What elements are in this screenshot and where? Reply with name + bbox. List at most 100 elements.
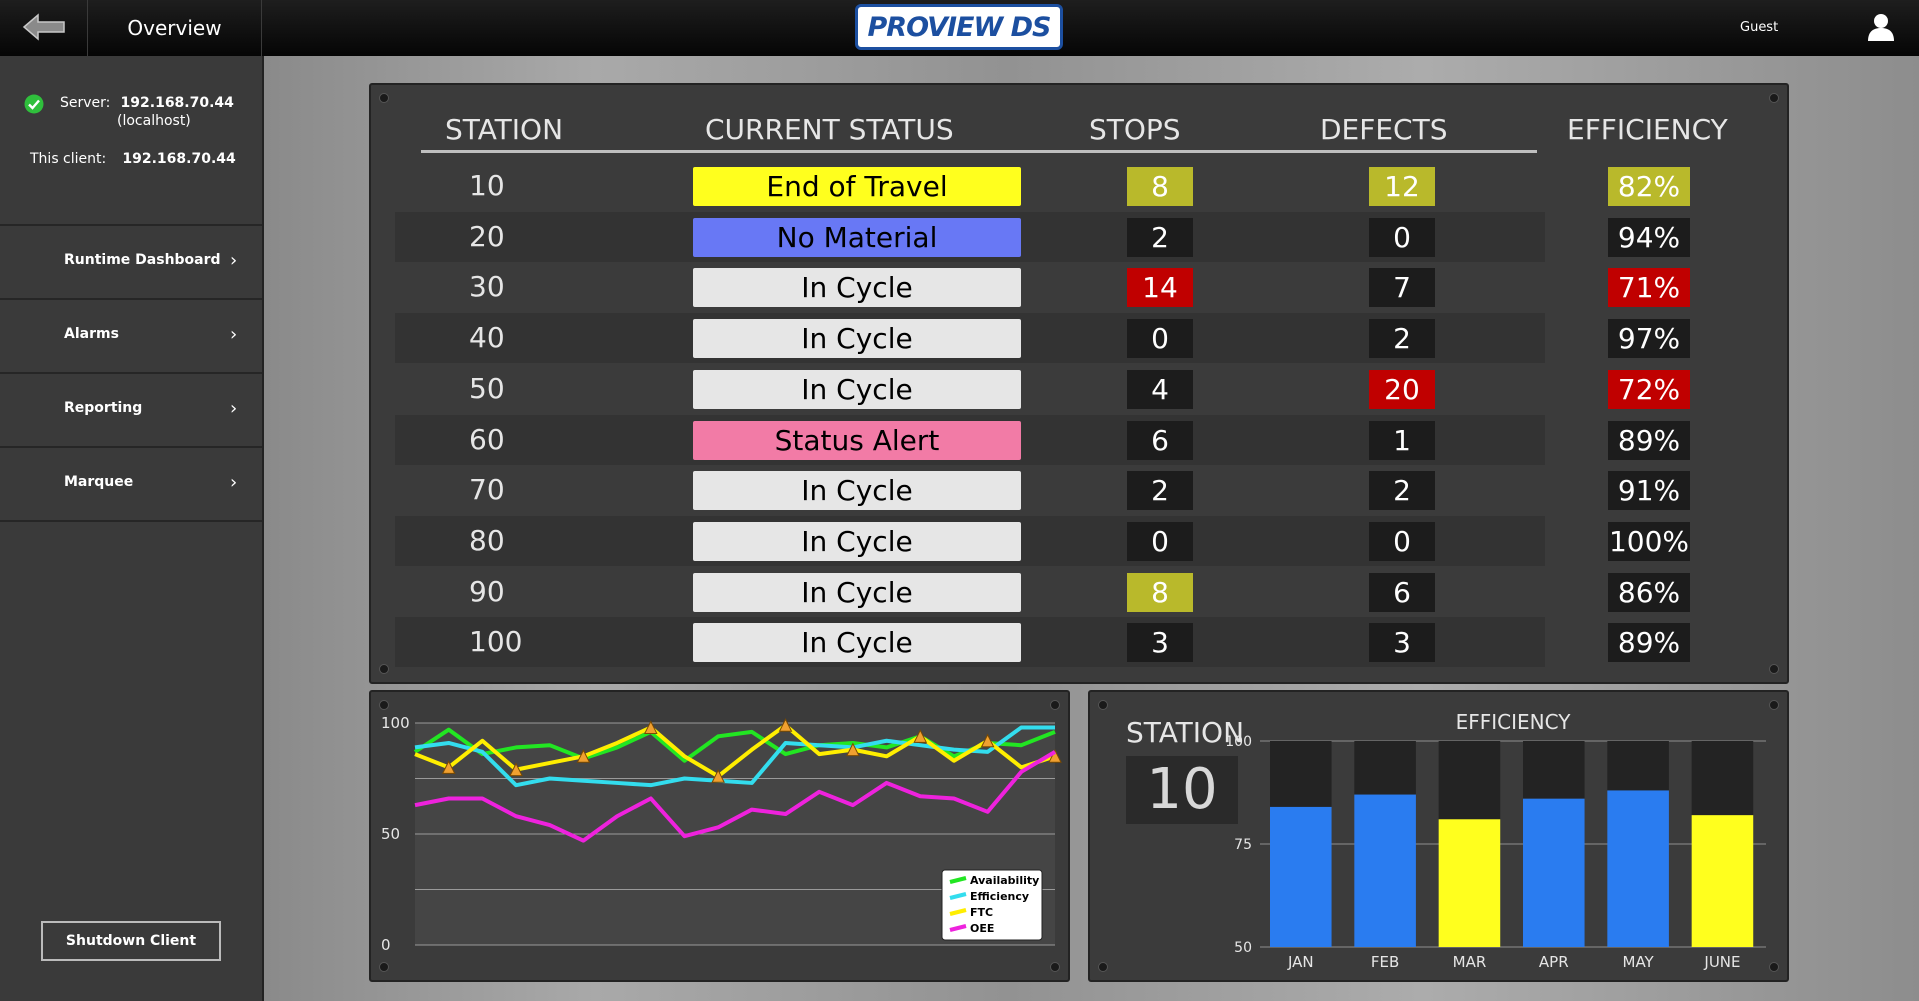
table-row[interactable]: 30 In Cycle 14 7 71%: [395, 262, 1690, 312]
legend-label: OEE: [970, 922, 994, 935]
bar-background: [1607, 741, 1669, 791]
sidebar-item-alarms[interactable]: Alarms ›: [0, 300, 262, 374]
efficiency-cell: 97%: [1608, 319, 1690, 359]
stops-cell: 6: [1127, 420, 1193, 460]
bar-may: [1607, 790, 1669, 947]
table-row[interactable]: 60 Status Alert 6 1 89%: [395, 414, 1690, 465]
stops-cell: 0: [1127, 521, 1193, 561]
chevron-right-icon: ›: [230, 398, 238, 419]
station-label: STATION: [1126, 716, 1245, 749]
x-tick-label: FEB: [1371, 953, 1399, 971]
bar-june: [1691, 815, 1754, 947]
sidebar-item-label: Runtime Dashboard: [64, 252, 221, 268]
station-efficiency-panel: STATION 10 EFFICIENCY 100 75 50 JAN FEB MAR APR…: [1088, 690, 1789, 982]
sidebar-item-runtime-dashboard[interactable]: Runtime Dashboard ›: [0, 226, 262, 300]
station-number: 10: [1126, 756, 1238, 824]
stops-cell: 14: [1127, 268, 1193, 308]
back-button[interactable]: [0, 0, 88, 56]
chevron-right-icon: ›: [230, 250, 238, 271]
station-number-cell: 100: [469, 625, 523, 659]
efficiency-cell: 94%: [1608, 217, 1690, 257]
chevron-right-icon: ›: [230, 324, 238, 345]
sidebar-item-reporting[interactable]: Reporting ›: [0, 374, 262, 448]
column-header-defects: DEFECTS: [1320, 113, 1448, 146]
bar-chart-title: EFFICIENCY: [1456, 710, 1572, 734]
header-divider: [421, 150, 1537, 153]
user-icon[interactable]: [1866, 12, 1896, 42]
check-circle-icon: [24, 94, 44, 114]
column-header-stops: STOPS: [1089, 113, 1181, 146]
proview-logo: PROVIEW DS: [855, 4, 1063, 50]
client-label: This client:: [30, 151, 107, 167]
server-row: Server: 192.168.70.44: [60, 95, 234, 111]
station-number-cell: 30: [469, 270, 505, 304]
status-badge: In Cycle: [693, 319, 1021, 359]
bar-jan: [1270, 806, 1332, 947]
defects-cell: 7: [1369, 268, 1435, 308]
trend-line-chart: 100 50 0 Availability Efficiency FTC OEE: [381, 714, 1062, 954]
efficiency-cell: 72%: [1608, 369, 1690, 409]
bar-background: [1691, 741, 1754, 816]
top-bar: Overview PROVIEW DS Guest: [0, 0, 1919, 56]
bar-feb: [1354, 794, 1416, 947]
status-badge: In Cycle: [693, 471, 1021, 511]
chart-legend: Availability Efficiency FTC OEE: [941, 869, 1043, 941]
stops-cell: 3: [1127, 623, 1193, 663]
y-tick-label: 100: [381, 714, 410, 732]
efficiency-cell: 89%: [1608, 420, 1690, 460]
column-header-status: CURRENT STATUS: [705, 113, 954, 146]
table-row[interactable]: 40 In Cycle 0 2 97%: [395, 313, 1690, 364]
stops-cell: 2: [1127, 471, 1193, 511]
x-tick-label: JUNE: [1703, 953, 1740, 971]
legend-label: FTC: [970, 906, 993, 919]
table-row[interactable]: 100 In Cycle 3 3 89%: [395, 617, 1690, 668]
efficiency-cell: 82%: [1608, 167, 1690, 206]
station-number-cell: 50: [469, 371, 505, 405]
sidebar-item-label: Reporting: [64, 400, 143, 416]
page-title: Overview: [88, 0, 262, 56]
column-header-efficiency: EFFICIENCY: [1567, 113, 1728, 146]
y-tick-label: 0: [381, 936, 391, 954]
sidebar-item-marquee[interactable]: Marquee ›: [0, 448, 262, 522]
bar-apr: [1523, 798, 1585, 947]
column-header-station: STATION: [445, 113, 564, 146]
client-row: This client: 192.168.70.44: [30, 151, 236, 167]
status-badge: End of Travel: [693, 167, 1021, 206]
stops-cell: 4: [1127, 369, 1193, 409]
y-tick-label: 50: [1234, 940, 1252, 956]
server-label: Server:: [60, 95, 111, 111]
x-tick-label: MAR: [1453, 953, 1487, 971]
table-row[interactable]: 10 End of Travel 8 12 82%: [395, 161, 1690, 211]
efficiency-cell: 100%: [1608, 521, 1690, 561]
back-arrow-icon: [22, 13, 65, 41]
bar-background: [1438, 741, 1501, 820]
logo-text: PROVIEW DS: [867, 11, 1052, 43]
table-row[interactable]: 80 In Cycle 0 0 100%: [395, 515, 1690, 566]
station-number-cell: 80: [469, 523, 505, 557]
x-tick-label: APR: [1539, 953, 1569, 971]
chevron-right-icon: ›: [230, 472, 238, 493]
legend-label: Efficiency: [970, 890, 1029, 903]
bar-background: [1523, 741, 1585, 799]
stops-cell: 8: [1127, 167, 1193, 206]
sidebar-item-label: Marquee: [64, 474, 134, 490]
status-badge: In Cycle: [693, 369, 1021, 409]
efficiency-cell: 91%: [1608, 471, 1690, 511]
efficiency-cell: 89%: [1608, 623, 1690, 663]
shutdown-client-button[interactable]: Shutdown Client: [41, 921, 221, 961]
efficiency-cell: 71%: [1608, 268, 1690, 308]
efficiency-cell: 86%: [1608, 572, 1690, 612]
defects-cell: 2: [1369, 471, 1435, 511]
server-info: Server: 192.168.70.44 (localhost) This c…: [0, 56, 262, 226]
bar-mar: [1438, 819, 1501, 947]
status-badge: No Material: [693, 217, 1021, 257]
table-row[interactable]: 90 In Cycle 8 6 86%: [395, 567, 1690, 617]
bar-background: [1354, 741, 1416, 795]
defects-cell: 0: [1369, 521, 1435, 561]
y-tick-label: 75: [1234, 837, 1252, 853]
table-row[interactable]: 20 No Material 2 0 94%: [395, 211, 1690, 262]
table-row[interactable]: 50 In Cycle 4 20 72%: [395, 364, 1690, 414]
server-ip: 192.168.70.44: [120, 95, 234, 111]
table-row[interactable]: 70 In Cycle 2 2 91%: [395, 465, 1690, 515]
defects-cell: 0: [1369, 217, 1435, 257]
